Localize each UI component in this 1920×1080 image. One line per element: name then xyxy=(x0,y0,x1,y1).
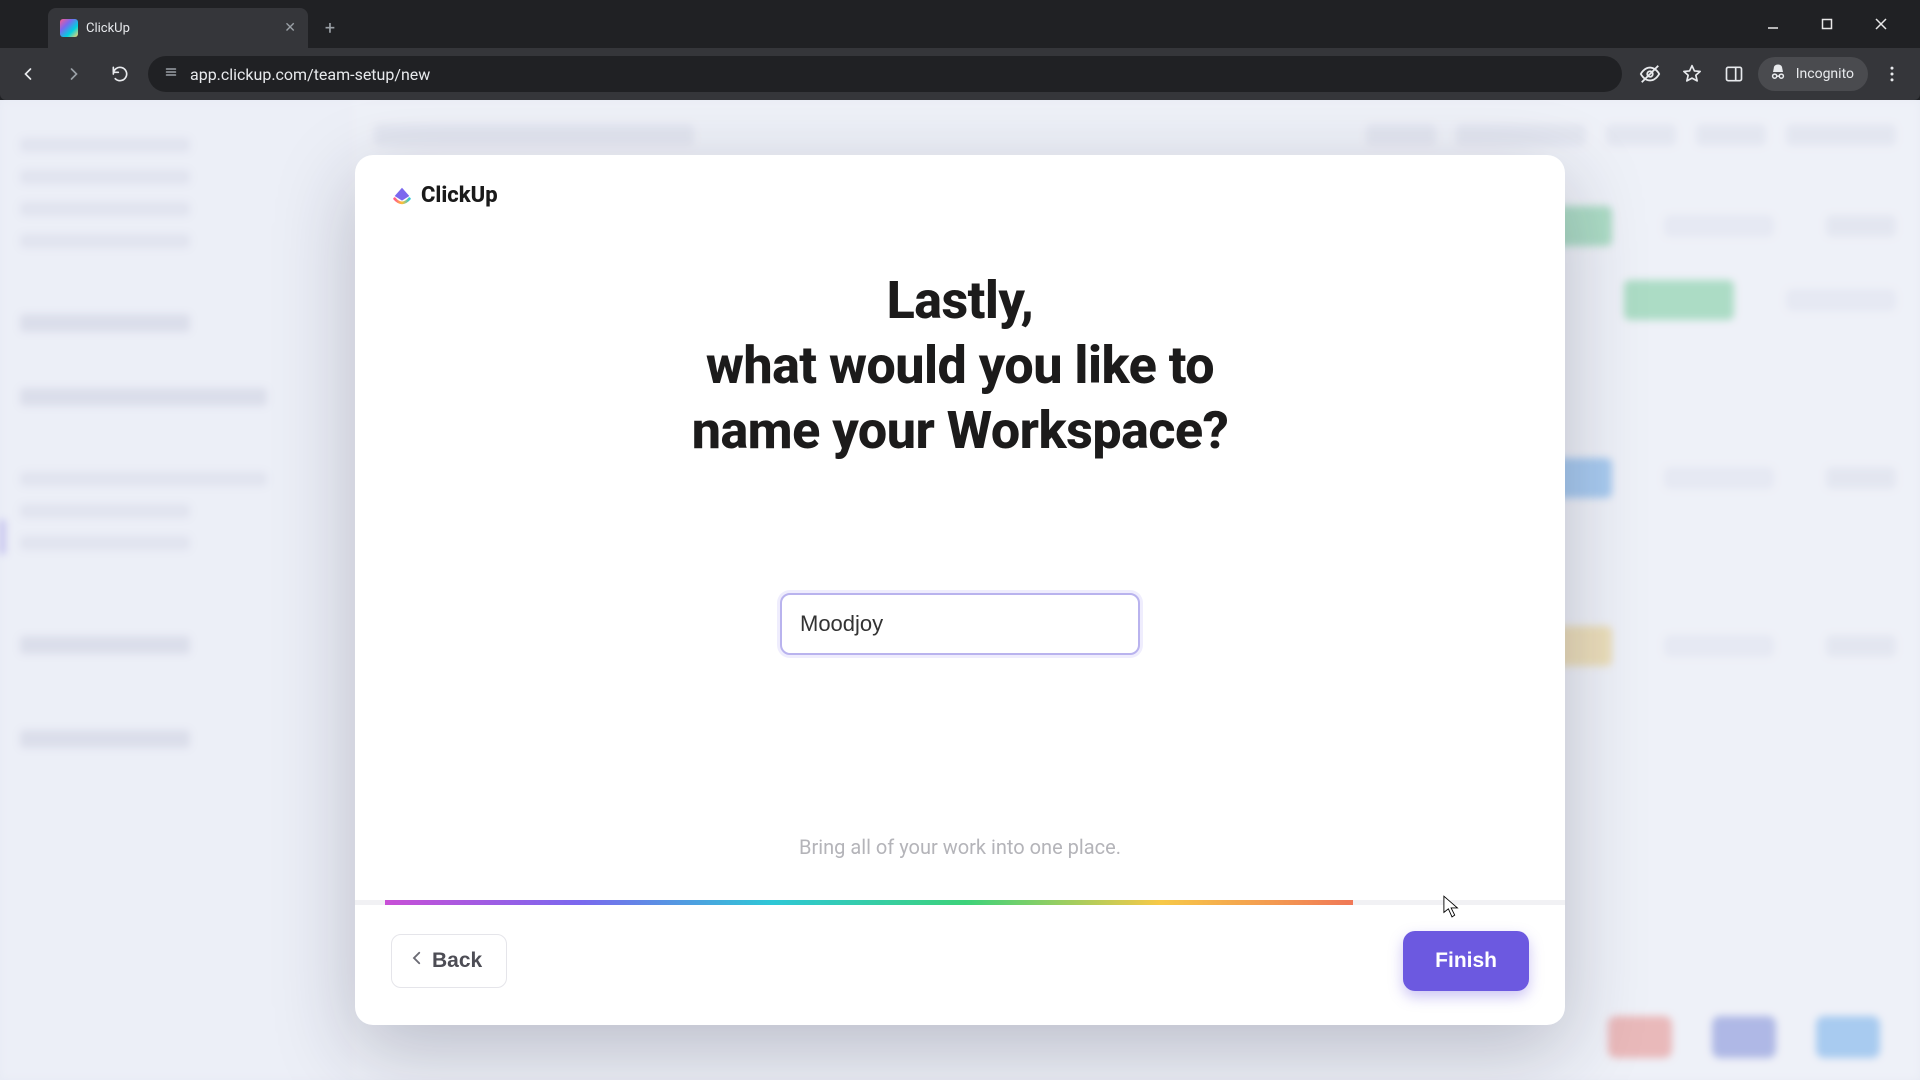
heading-line-3: name your Workspace? xyxy=(692,400,1229,461)
kebab-menu-icon[interactable] xyxy=(1874,56,1910,92)
browser-window: ClickUp ✕ + ap xyxy=(0,0,1920,1080)
reload-icon[interactable] xyxy=(102,56,138,92)
address-bar[interactable]: app.clickup.com/team-setup/new xyxy=(148,56,1622,92)
finish-label: Finish xyxy=(1435,949,1497,972)
workspace-name-input[interactable] xyxy=(780,593,1140,655)
onboarding-heading: Lastly, what would you like to name your… xyxy=(692,268,1229,463)
finish-button[interactable]: Finish xyxy=(1403,931,1529,991)
back-button[interactable]: Back xyxy=(391,934,507,988)
close-tab-icon[interactable]: ✕ xyxy=(284,20,296,36)
onboarding-modal: ClickUp Lastly, what would you like to n… xyxy=(355,155,1565,1025)
clickup-mark-icon xyxy=(391,185,413,207)
url-text: app.clickup.com/team-setup/new xyxy=(190,65,430,84)
progress-bar xyxy=(355,900,1565,905)
heading-line-2: what would you like to xyxy=(706,335,1214,396)
tab-strip: ClickUp ✕ + xyxy=(0,0,1920,48)
onboarding-subtext: Bring all of your work into one place. xyxy=(799,835,1121,859)
browser-tab-clickup[interactable]: ClickUp ✕ xyxy=(48,8,308,48)
modal-footer: Back Finish xyxy=(355,905,1565,1025)
clickup-favicon-icon xyxy=(60,19,78,37)
browser-toolbar: app.clickup.com/team-setup/new Incognito xyxy=(0,48,1920,100)
maximize-icon[interactable] xyxy=(1804,8,1850,40)
incognito-badge[interactable]: Incognito xyxy=(1758,57,1868,91)
progress-fill xyxy=(385,900,1353,905)
incognito-label: Incognito xyxy=(1796,66,1854,82)
minimize-icon[interactable] xyxy=(1750,8,1796,40)
bookmark-star-icon[interactable] xyxy=(1674,56,1710,92)
tab-title: ClickUp xyxy=(86,21,276,36)
heading-line-1: Lastly, xyxy=(887,270,1034,331)
eye-off-icon[interactable] xyxy=(1632,56,1668,92)
brand-name: ClickUp xyxy=(421,183,498,208)
site-info-icon[interactable] xyxy=(162,63,180,85)
back-label: Back xyxy=(432,949,482,973)
modal-body: Lastly, what would you like to name your… xyxy=(355,208,1565,872)
incognito-icon xyxy=(1768,62,1788,86)
page-viewport: ClickUp Lastly, what would you like to n… xyxy=(0,100,1920,1080)
close-window-icon[interactable] xyxy=(1858,8,1904,40)
side-panel-icon[interactable] xyxy=(1716,56,1752,92)
nav-forward-icon[interactable] xyxy=(56,56,92,92)
window-controls xyxy=(1750,8,1912,48)
chevron-left-icon xyxy=(408,949,426,973)
clickup-logo: ClickUp xyxy=(391,183,1529,208)
nav-back-icon[interactable] xyxy=(10,56,46,92)
modal-header: ClickUp xyxy=(355,155,1565,208)
new-tab-button[interactable]: + xyxy=(314,12,346,44)
